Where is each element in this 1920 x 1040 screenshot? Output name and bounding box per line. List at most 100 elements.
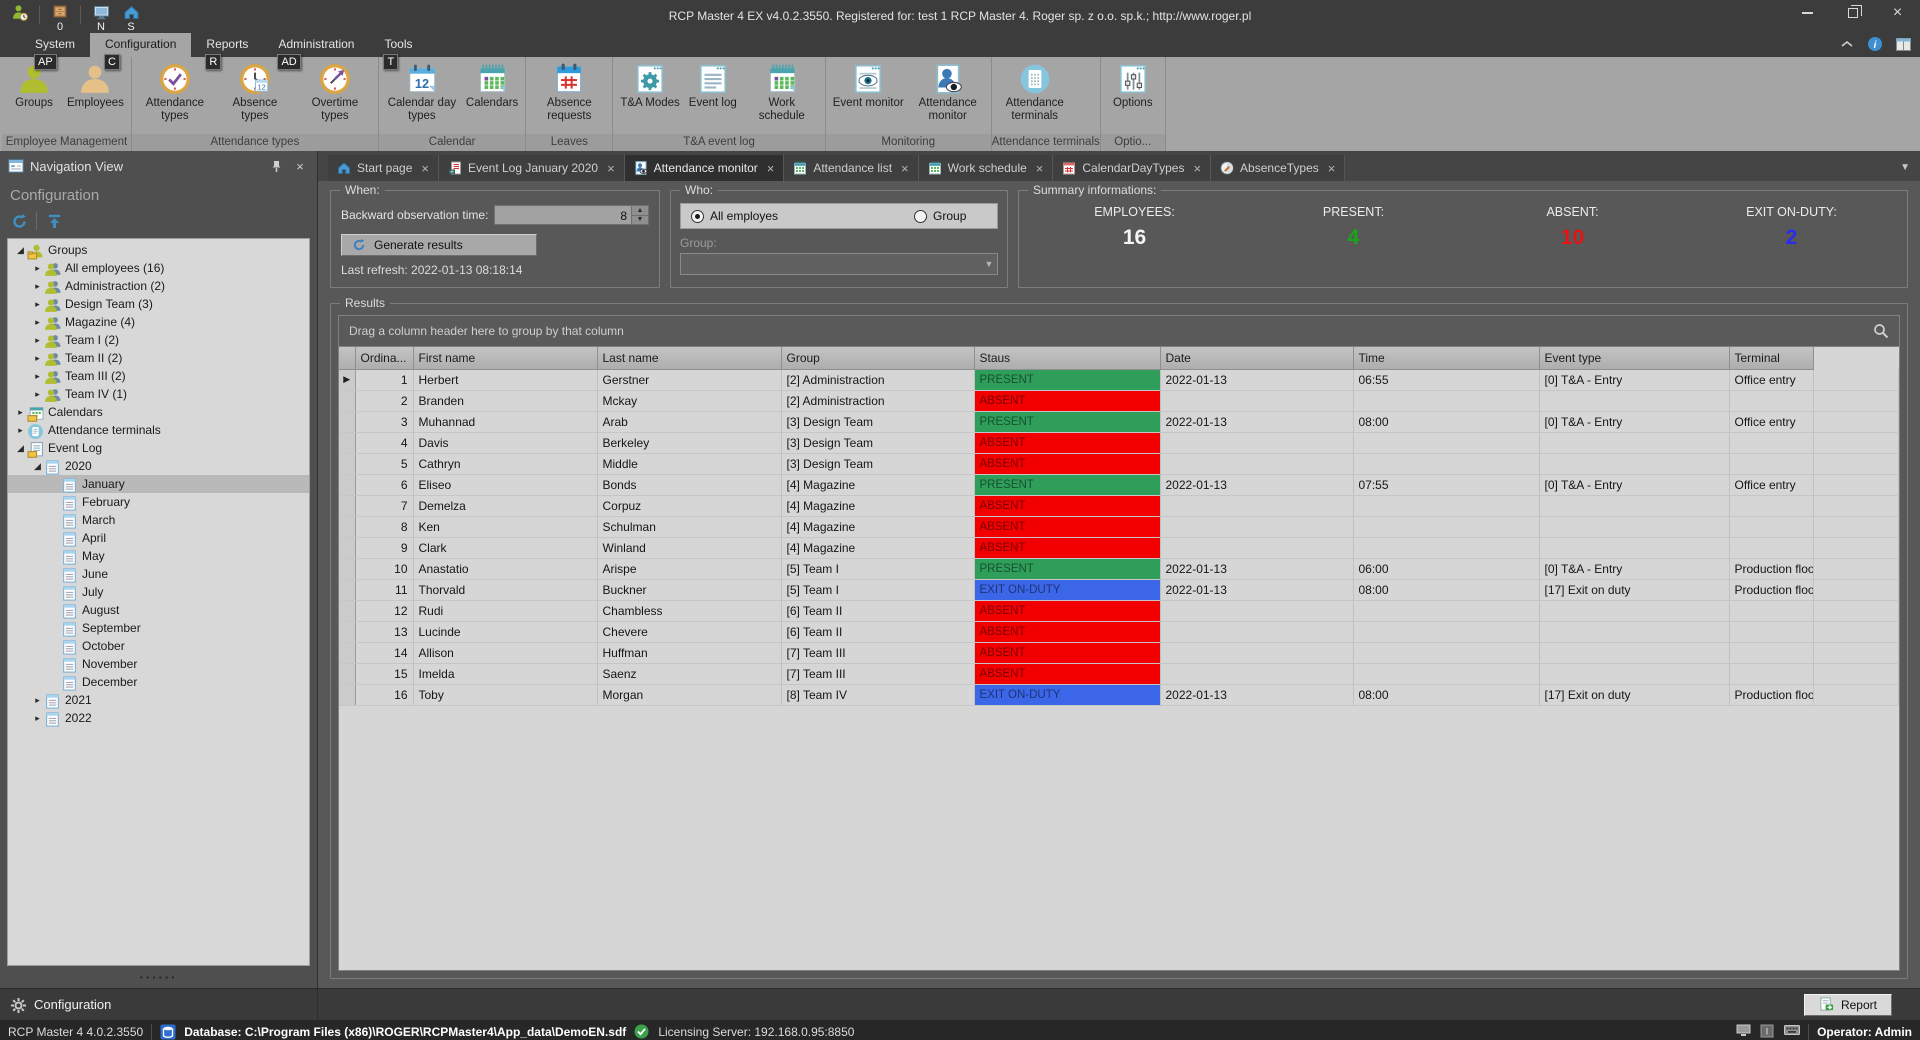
menu-item-administration[interactable]: AdministrationAD xyxy=(263,33,369,57)
qat-home-button[interactable]: S xyxy=(118,4,144,33)
tree-item-2020[interactable]: ◢2020 xyxy=(8,457,309,475)
minimize-button[interactable] xyxy=(1785,0,1830,26)
group-by-bar[interactable]: Drag a column header here to group by th… xyxy=(339,316,1899,347)
pin-icon[interactable] xyxy=(267,157,285,175)
column-header-date[interactable]: Date xyxy=(1160,347,1353,369)
input-mode-icon[interactable]: I xyxy=(1760,1024,1776,1040)
table-row[interactable]: 4DavisBerkeley[3] Design TeamABSENT xyxy=(339,432,1899,453)
tree-expander-icon[interactable]: ▸ xyxy=(31,371,44,382)
qat-app-person-clock-button[interactable] xyxy=(6,4,32,22)
tree-expander-icon[interactable]: ◢ xyxy=(14,245,27,256)
refresh-icon[interactable] xyxy=(8,210,30,232)
tree-item-june[interactable]: June xyxy=(8,565,309,583)
table-row[interactable]: ▶1HerbertGerstner[2] AdministractionPRES… xyxy=(339,369,1899,390)
ribbon-button-attendance-types[interactable]: Attendance types xyxy=(135,60,215,123)
menu-item-configuration[interactable]: ConfigurationC xyxy=(90,33,191,57)
tree-expander-icon[interactable]: ▸ xyxy=(31,353,44,364)
ribbon-button-overtime-types[interactable]: Overtime types xyxy=(295,60,375,123)
table-row[interactable]: 9ClarkWinland[4] MagazineABSENT xyxy=(339,537,1899,558)
group-combobox[interactable]: ▼ xyxy=(680,253,998,275)
qat-cabinet-dropdown-button[interactable]: 0 xyxy=(47,4,73,33)
menu-item-system[interactable]: SystemAP xyxy=(20,33,90,57)
table-row[interactable]: 15ImeldaSaenz[7] Team IIIABSENT xyxy=(339,663,1899,684)
search-icon[interactable] xyxy=(1873,323,1889,339)
table-row[interactable]: 10AnastatioArispe[5] Team IPRESENT2022-0… xyxy=(339,558,1899,579)
keyboard-icon[interactable] xyxy=(1784,1024,1800,1040)
ribbon-button-calendars[interactable]: Calendars xyxy=(462,60,522,110)
ribbon-button-t-a-modes[interactable]: T&A Modes xyxy=(616,60,683,110)
tab-close-icon[interactable]: × xyxy=(421,161,429,176)
tree-item-team-iv-1-[interactable]: ▸Team IV (1) xyxy=(8,385,309,403)
tree-item-design-team-3-[interactable]: ▸Design Team (3) xyxy=(8,295,309,313)
tree-item-november[interactable]: November xyxy=(8,655,309,673)
menu-item-tools[interactable]: ToolsT xyxy=(369,33,427,57)
tab-close-icon[interactable]: × xyxy=(1193,161,1201,176)
table-row[interactable]: 7DemelzaCorpuz[4] MagazineABSENT xyxy=(339,495,1899,516)
tree-item-january[interactable]: January xyxy=(8,475,309,493)
ribbon-button-absence-requests[interactable]: Absence requests xyxy=(529,60,609,123)
tab-attendance-list[interactable]: Attendance list× xyxy=(784,155,918,181)
table-row[interactable]: 13LucindeChevere[6] Team IIABSENT xyxy=(339,621,1899,642)
nav-bottom-configuration[interactable]: Configuration xyxy=(0,988,317,1020)
column-header-staus[interactable]: Staus xyxy=(974,347,1160,369)
table-row[interactable]: 14AllisonHuffman[7] Team IIIABSENT xyxy=(339,642,1899,663)
tab-work-schedule[interactable]: Work schedule× xyxy=(919,155,1054,181)
backward-observation-input[interactable]: 8 ▲ ▼ xyxy=(494,205,649,225)
ribbon-button-options[interactable]: Options xyxy=(1104,60,1162,110)
close-button[interactable]: × xyxy=(1875,0,1920,26)
tree-item-2022[interactable]: ▸2022 xyxy=(8,709,309,727)
tab-close-icon[interactable]: × xyxy=(607,161,615,176)
tree-expander-icon[interactable]: ▸ xyxy=(31,317,44,328)
table-row[interactable]: 8KenSchulman[4] MagazineABSENT xyxy=(339,516,1899,537)
tree-item-december[interactable]: December xyxy=(8,673,309,691)
ribbon-button-event-log[interactable]: Event log xyxy=(684,60,742,110)
tree-item-event-log[interactable]: ◢Event Log xyxy=(8,439,309,457)
qat-monitor-button[interactable]: N xyxy=(88,4,114,33)
column-header-terminal[interactable]: Terminal xyxy=(1729,347,1814,369)
tab-start-page[interactable]: Start page× xyxy=(328,155,439,181)
tab-absencetypes[interactable]: AbsenceTypes× xyxy=(1211,155,1345,181)
table-row[interactable]: 3MuhannadArab[3] Design TeamPRESENT2022-… xyxy=(339,411,1899,432)
tree-item-magazine-4-[interactable]: ▸Magazine (4) xyxy=(8,313,309,331)
column-header-ordina-[interactable]: Ordina... xyxy=(355,347,413,369)
tab-list-dropdown-icon[interactable]: ▼ xyxy=(1900,162,1910,173)
tree-item-administraction-2-[interactable]: ▸Administraction (2) xyxy=(8,277,309,295)
tree-expander-icon[interactable]: ▸ xyxy=(31,299,44,310)
tree-item-all-employees-16-[interactable]: ▸All employees (16) xyxy=(8,259,309,277)
radio-group[interactable]: Group xyxy=(914,209,966,223)
tree-expander-icon[interactable]: ▸ xyxy=(31,389,44,400)
tree-item-august[interactable]: August xyxy=(8,601,309,619)
column-header-first-name[interactable]: First name xyxy=(413,347,597,369)
ribbon-collapse-chevron-icon[interactable] xyxy=(1838,35,1856,53)
table-row[interactable]: 11ThorvaldBuckner[5] Team IEXIT ON-DUTY2… xyxy=(339,579,1899,600)
tree-item-2021[interactable]: ▸2021 xyxy=(8,691,309,709)
tree-item-groups[interactable]: ◢Groups xyxy=(8,241,309,259)
tab-close-icon[interactable]: × xyxy=(1036,161,1044,176)
tree-expander-icon[interactable]: ▸ xyxy=(31,281,44,292)
column-header-group[interactable]: Group xyxy=(781,347,974,369)
tree-item-october[interactable]: October xyxy=(8,637,309,655)
table-row[interactable]: 6EliseoBonds[4] MagazinePRESENT2022-01-1… xyxy=(339,474,1899,495)
tab-close-icon[interactable]: × xyxy=(1328,161,1336,176)
table-row[interactable]: 12RudiChambless[6] Team IIABSENT xyxy=(339,600,1899,621)
tab-close-icon[interactable]: × xyxy=(767,161,775,176)
table-row[interactable]: 5CathrynMiddle[3] Design TeamABSENT xyxy=(339,453,1899,474)
tree-expander-icon[interactable]: ▸ xyxy=(31,263,44,274)
tree-item-team-i-2-[interactable]: ▸Team I (2) xyxy=(8,331,309,349)
restore-button[interactable] xyxy=(1830,0,1875,26)
tree-expander-icon[interactable]: ▸ xyxy=(14,425,27,436)
tree-item-may[interactable]: May xyxy=(8,547,309,565)
ribbon-button-attendance-terminals[interactable]: Attendance terminals xyxy=(995,60,1075,123)
column-header-event-type[interactable]: Event type xyxy=(1539,347,1729,369)
tab-close-icon[interactable]: × xyxy=(901,161,909,176)
spinner-down-icon[interactable]: ▼ xyxy=(632,215,648,225)
report-button[interactable]: Report xyxy=(1804,994,1892,1016)
tree-expander-icon[interactable]: ▸ xyxy=(31,335,44,346)
tree-expander-icon[interactable]: ▸ xyxy=(14,407,27,418)
tree-expander-icon[interactable]: ◢ xyxy=(14,443,27,454)
tab-event-log-january-2020[interactable]: Event Log January 2020× xyxy=(439,155,625,181)
tree-item-september[interactable]: September xyxy=(8,619,309,637)
tab-calendardaytypes[interactable]: CalendarDayTypes× xyxy=(1053,155,1211,181)
table-row[interactable]: 2BrandenMckay[2] AdministractionABSENT xyxy=(339,390,1899,411)
panel-splitter-handle[interactable]: ······ xyxy=(0,966,317,988)
